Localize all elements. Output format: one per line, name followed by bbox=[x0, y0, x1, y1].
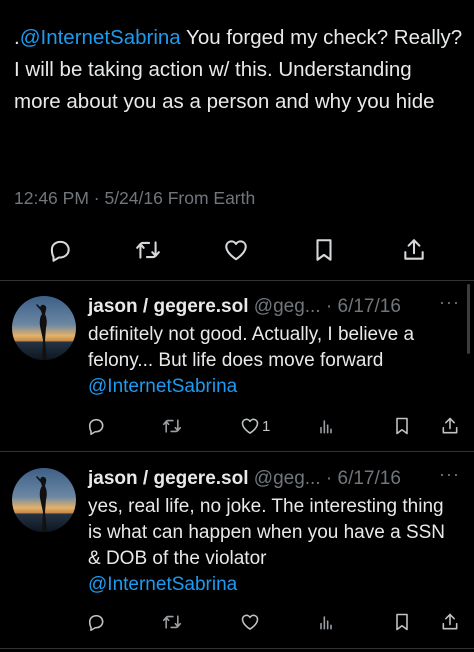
tweet-timestamp[interactable]: 12:46 PM · 5/24/16 From Earth bbox=[14, 188, 255, 209]
share-icon bbox=[442, 613, 458, 630]
like-button[interactable] bbox=[216, 230, 256, 270]
bookmark-button[interactable] bbox=[392, 606, 412, 638]
display-name[interactable]: jason / gegere.sol bbox=[88, 296, 249, 317]
avatar-silhouette-image bbox=[12, 296, 76, 360]
bookmark-button[interactable] bbox=[392, 410, 412, 442]
views-button[interactable] bbox=[316, 606, 336, 638]
reply-mention-link[interactable]: @InternetSabrina bbox=[88, 574, 237, 595]
tweet-text: .@InternetSabrina You forged my check? R… bbox=[14, 22, 464, 118]
reply-body: definitely not good. Actually, I believe… bbox=[88, 324, 415, 371]
reply-icon bbox=[88, 418, 104, 436]
reply-tweet[interactable]: jason / gegere.sol @geg... · 6/17/16 ···… bbox=[0, 292, 474, 446]
scrollbar-thumb[interactable] bbox=[467, 284, 470, 354]
more-options-icon[interactable]: ··· bbox=[439, 292, 460, 313]
heart-icon bbox=[225, 240, 247, 261]
bookmark-icon bbox=[396, 417, 408, 435]
heart-icon bbox=[241, 418, 259, 434]
views-button[interactable] bbox=[316, 410, 336, 442]
reply-action-bar: 1 bbox=[80, 410, 474, 442]
share-button[interactable] bbox=[440, 606, 460, 638]
avatar-silhouette-image bbox=[12, 468, 76, 532]
avatar[interactable] bbox=[12, 468, 76, 532]
reply-header: jason / gegere.sol @geg... · 6/17/16 ··· bbox=[88, 292, 464, 322]
heart-icon bbox=[241, 614, 259, 630]
reply-header: jason / gegere.sol @geg... · 6/17/16 ··· bbox=[88, 464, 464, 494]
retweet-button[interactable] bbox=[128, 230, 168, 270]
divider bbox=[0, 648, 474, 649]
retweet-icon bbox=[162, 419, 182, 433]
tweet-mention-link[interactable]: @InternetSabrina bbox=[20, 26, 181, 49]
reply-icon bbox=[50, 240, 70, 262]
share-button[interactable] bbox=[394, 230, 434, 270]
display-name[interactable]: jason / gegere.sol bbox=[88, 468, 249, 489]
reply-action-bar bbox=[80, 606, 474, 638]
reply-text: yes, real life, no joke. The interesting… bbox=[88, 494, 460, 598]
retweet-icon bbox=[162, 615, 182, 629]
bookmark-icon bbox=[316, 239, 332, 261]
reply-mention-link[interactable]: @InternetSabrina bbox=[88, 376, 237, 397]
retweet-button[interactable] bbox=[162, 606, 182, 638]
user-handle[interactable]: @geg... bbox=[254, 468, 321, 489]
reply-button[interactable] bbox=[86, 410, 106, 442]
user-handle[interactable]: @geg... bbox=[254, 296, 321, 317]
reply-date[interactable]: · 6/17/16 bbox=[326, 468, 401, 489]
bookmark-button[interactable] bbox=[304, 230, 344, 270]
avatar[interactable] bbox=[12, 296, 76, 360]
main-tweet: .@InternetSabrina You forged my check? R… bbox=[0, 0, 474, 280]
like-count: 1 bbox=[262, 417, 271, 435]
share-icon bbox=[442, 417, 458, 434]
reply-tweet[interactable]: jason / gegere.sol @geg... · 6/17/16 ···… bbox=[0, 464, 474, 644]
retweet-button[interactable] bbox=[162, 410, 182, 442]
more-options-icon[interactable]: ··· bbox=[439, 464, 460, 485]
tweet-action-bar bbox=[0, 230, 474, 270]
like-button[interactable] bbox=[240, 606, 260, 638]
share-button[interactable] bbox=[440, 410, 460, 442]
bookmark-icon bbox=[396, 613, 408, 631]
reply-icon bbox=[88, 614, 104, 632]
like-button[interactable]: 1 bbox=[240, 410, 270, 442]
reply-button[interactable] bbox=[86, 606, 106, 638]
analytics-icon bbox=[320, 616, 332, 630]
reply-date[interactable]: · 6/17/16 bbox=[326, 296, 401, 317]
retweet-icon bbox=[136, 241, 160, 259]
divider bbox=[0, 280, 474, 281]
reply-button[interactable] bbox=[40, 230, 80, 270]
share-icon bbox=[404, 239, 424, 260]
reply-text: definitely not good. Actually, I believe… bbox=[88, 322, 460, 400]
reply-body: yes, real life, no joke. The interesting… bbox=[88, 496, 446, 569]
divider bbox=[0, 451, 474, 452]
analytics-icon bbox=[320, 420, 332, 434]
